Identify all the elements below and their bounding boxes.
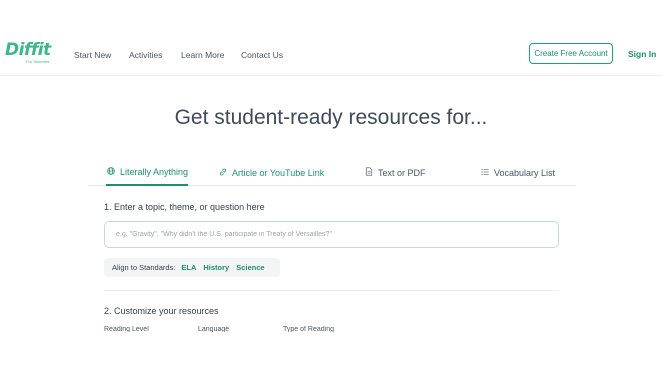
- nav-activities[interactable]: Activities: [129, 50, 163, 60]
- standard-history[interactable]: History: [203, 263, 229, 272]
- tab-label: Vocabulary List: [494, 167, 556, 178]
- section-divider: [104, 290, 559, 291]
- link-icon: [218, 168, 228, 178]
- tab-text-or-pdf[interactable]: Text or PDF: [364, 159, 426, 186]
- list-icon: [480, 168, 490, 178]
- nav-start-new[interactable]: Start New: [74, 50, 111, 60]
- tab-article-youtube-link[interactable]: Article or YouTube Link: [218, 159, 324, 186]
- sign-in-link[interactable]: Sign In: [628, 49, 656, 59]
- logo-text: Diffit: [5, 40, 51, 60]
- logo-subtitle: For Teachers: [26, 59, 50, 64]
- create-free-account-button[interactable]: Create Free Account: [529, 43, 613, 64]
- document-icon: [364, 167, 374, 178]
- top-navbar: Diffit For Teachers Start New Activities…: [0, 0, 662, 76]
- tab-label: Article or YouTube Link: [232, 167, 325, 178]
- tab-literally-anything[interactable]: Literally Anything: [106, 159, 189, 186]
- step2-label: 2. Customize your resources: [104, 306, 219, 316]
- tab-vocabulary-list[interactable]: Vocabulary List: [480, 159, 555, 186]
- standard-ela[interactable]: ELA: [181, 263, 196, 272]
- tab-label: Text or PDF: [378, 167, 426, 178]
- diffit-logo[interactable]: Diffit For Teachers: [5, 40, 51, 65]
- topic-input[interactable]: [104, 221, 559, 248]
- align-standards-label: Align to Standards:: [112, 263, 176, 272]
- globe-icon: [106, 166, 116, 177]
- align-standards-bar: Align to Standards: ELA History Science: [104, 258, 280, 277]
- nav-contact-us[interactable]: Contact Us: [241, 50, 283, 60]
- tab-label: Literally Anything: [120, 166, 189, 177]
- page-title: Get student-ready resources for...: [174, 106, 488, 129]
- standard-science[interactable]: Science: [236, 263, 264, 272]
- step1-label: 1. Enter a topic, theme, or question her…: [104, 202, 265, 212]
- input-type-tabs: Literally Anything Article or YouTube Li…: [88, 159, 576, 186]
- viewport-blank-area: [0, 332, 662, 372]
- nav-learn-more[interactable]: Learn More: [181, 50, 224, 60]
